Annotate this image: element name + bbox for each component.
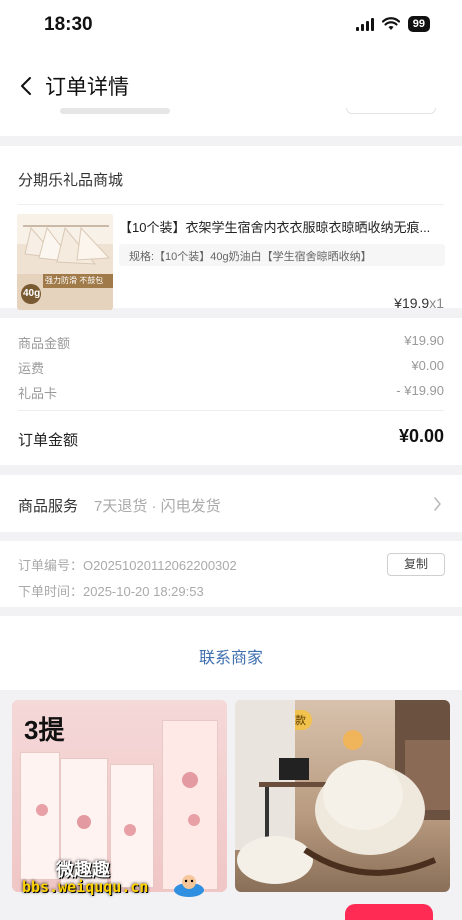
amount-card: 商品金额 ¥19.90 运费 ¥0.00 礼品卡 - ¥19.90 订单金额 ¥…	[0, 318, 462, 465]
status-icons: 99	[355, 16, 430, 32]
mascot-icon	[174, 875, 204, 897]
nav-bar: 订单详情	[0, 52, 462, 136]
amount-row: 运费 ¥0.00	[18, 358, 444, 377]
amount-row: 商品金额 ¥19.90	[18, 333, 444, 352]
service-value: 7天退货 · 闪电发货	[94, 498, 221, 515]
amount-value: ¥19.90	[404, 333, 444, 348]
chevron-right-icon	[434, 497, 441, 511]
bottom-action-button[interactable]	[345, 904, 433, 920]
status-time: 18:30	[44, 14, 93, 35]
contact-merchant-button[interactable]: 联系商家	[0, 644, 462, 668]
cellular-signal-icon	[355, 17, 374, 31]
thumb-badge-text: 强力防滑 不鼓包	[45, 276, 104, 285]
store-name[interactable]: 分期乐礼品商城	[18, 169, 123, 190]
contact-card: 联系商家	[0, 616, 462, 690]
thumb-badge-weight: 40g	[23, 288, 41, 299]
quantity: x1	[429, 295, 444, 311]
recommendation-card[interactable]: 标准加大款	[235, 700, 450, 892]
page-title: 订单详情	[45, 76, 129, 99]
amount-value: ¥0.00	[411, 358, 444, 373]
order-number: 订单编号：O20251020112062200302	[18, 558, 237, 573]
watermark-url: bbs.weiququ.cn	[22, 878, 149, 896]
product-image	[235, 700, 450, 884]
amount-value: - ¥19.90	[396, 383, 444, 398]
scrolled-content-edge	[0, 108, 462, 120]
service-label: 商品服务	[18, 498, 79, 515]
watermark: 微趣趣 bbs.weiququ.cn	[22, 856, 222, 897]
amount-label: 商品金额	[18, 336, 71, 351]
product-card: 分期乐礼品商城 40g 强力防滑 不鼓包 【10个装】衣架学生宿舍内衣衣服晾衣晾…	[0, 146, 462, 311]
divider	[18, 204, 444, 205]
amount-row: 礼品卡 - ¥19.90	[18, 383, 444, 402]
product-price: ¥19.9x1	[394, 295, 444, 311]
back-button[interactable]	[16, 74, 36, 98]
product-thumbnail[interactable]: 40g 强力防滑 不鼓包	[17, 214, 113, 310]
order-total-label: 订单金额	[18, 432, 79, 449]
chevron-left-icon	[21, 77, 31, 95]
copy-button[interactable]: 复制	[387, 553, 445, 576]
status-bar: 18:30 99	[0, 0, 462, 52]
product-title[interactable]: 【10个装】衣架学生宿舍内衣衣服晾衣晾晒收纳无痕...	[119, 217, 445, 236]
order-info-card: 订单编号：O20251020112062200302 下单时间：2025-10-…	[0, 541, 462, 607]
order-total-value: ¥0.00	[398, 426, 444, 446]
amount-label: 礼品卡	[18, 386, 58, 401]
price-value: ¥19.9	[394, 295, 430, 311]
wifi-icon	[381, 17, 400, 30]
battery-icon: 99	[407, 16, 430, 32]
product-spec: 规格:【10个装】40g奶油白【学生宿舍晾晒收纳】	[119, 244, 445, 266]
service-row[interactable]: 商品服务 7天退货 · 闪电发货	[0, 475, 462, 532]
order-time: 下单时间：2025-10-20 18:29:53	[18, 584, 204, 599]
order-detail-page: 18:30 99 订单详情 分期乐礼品商城 40g 强力防滑 不鼓包 【10个装…	[0, 0, 462, 920]
amount-label: 运费	[18, 361, 45, 376]
order-total-row: 订单金额 ¥0.00	[18, 426, 444, 450]
divider	[18, 410, 444, 411]
